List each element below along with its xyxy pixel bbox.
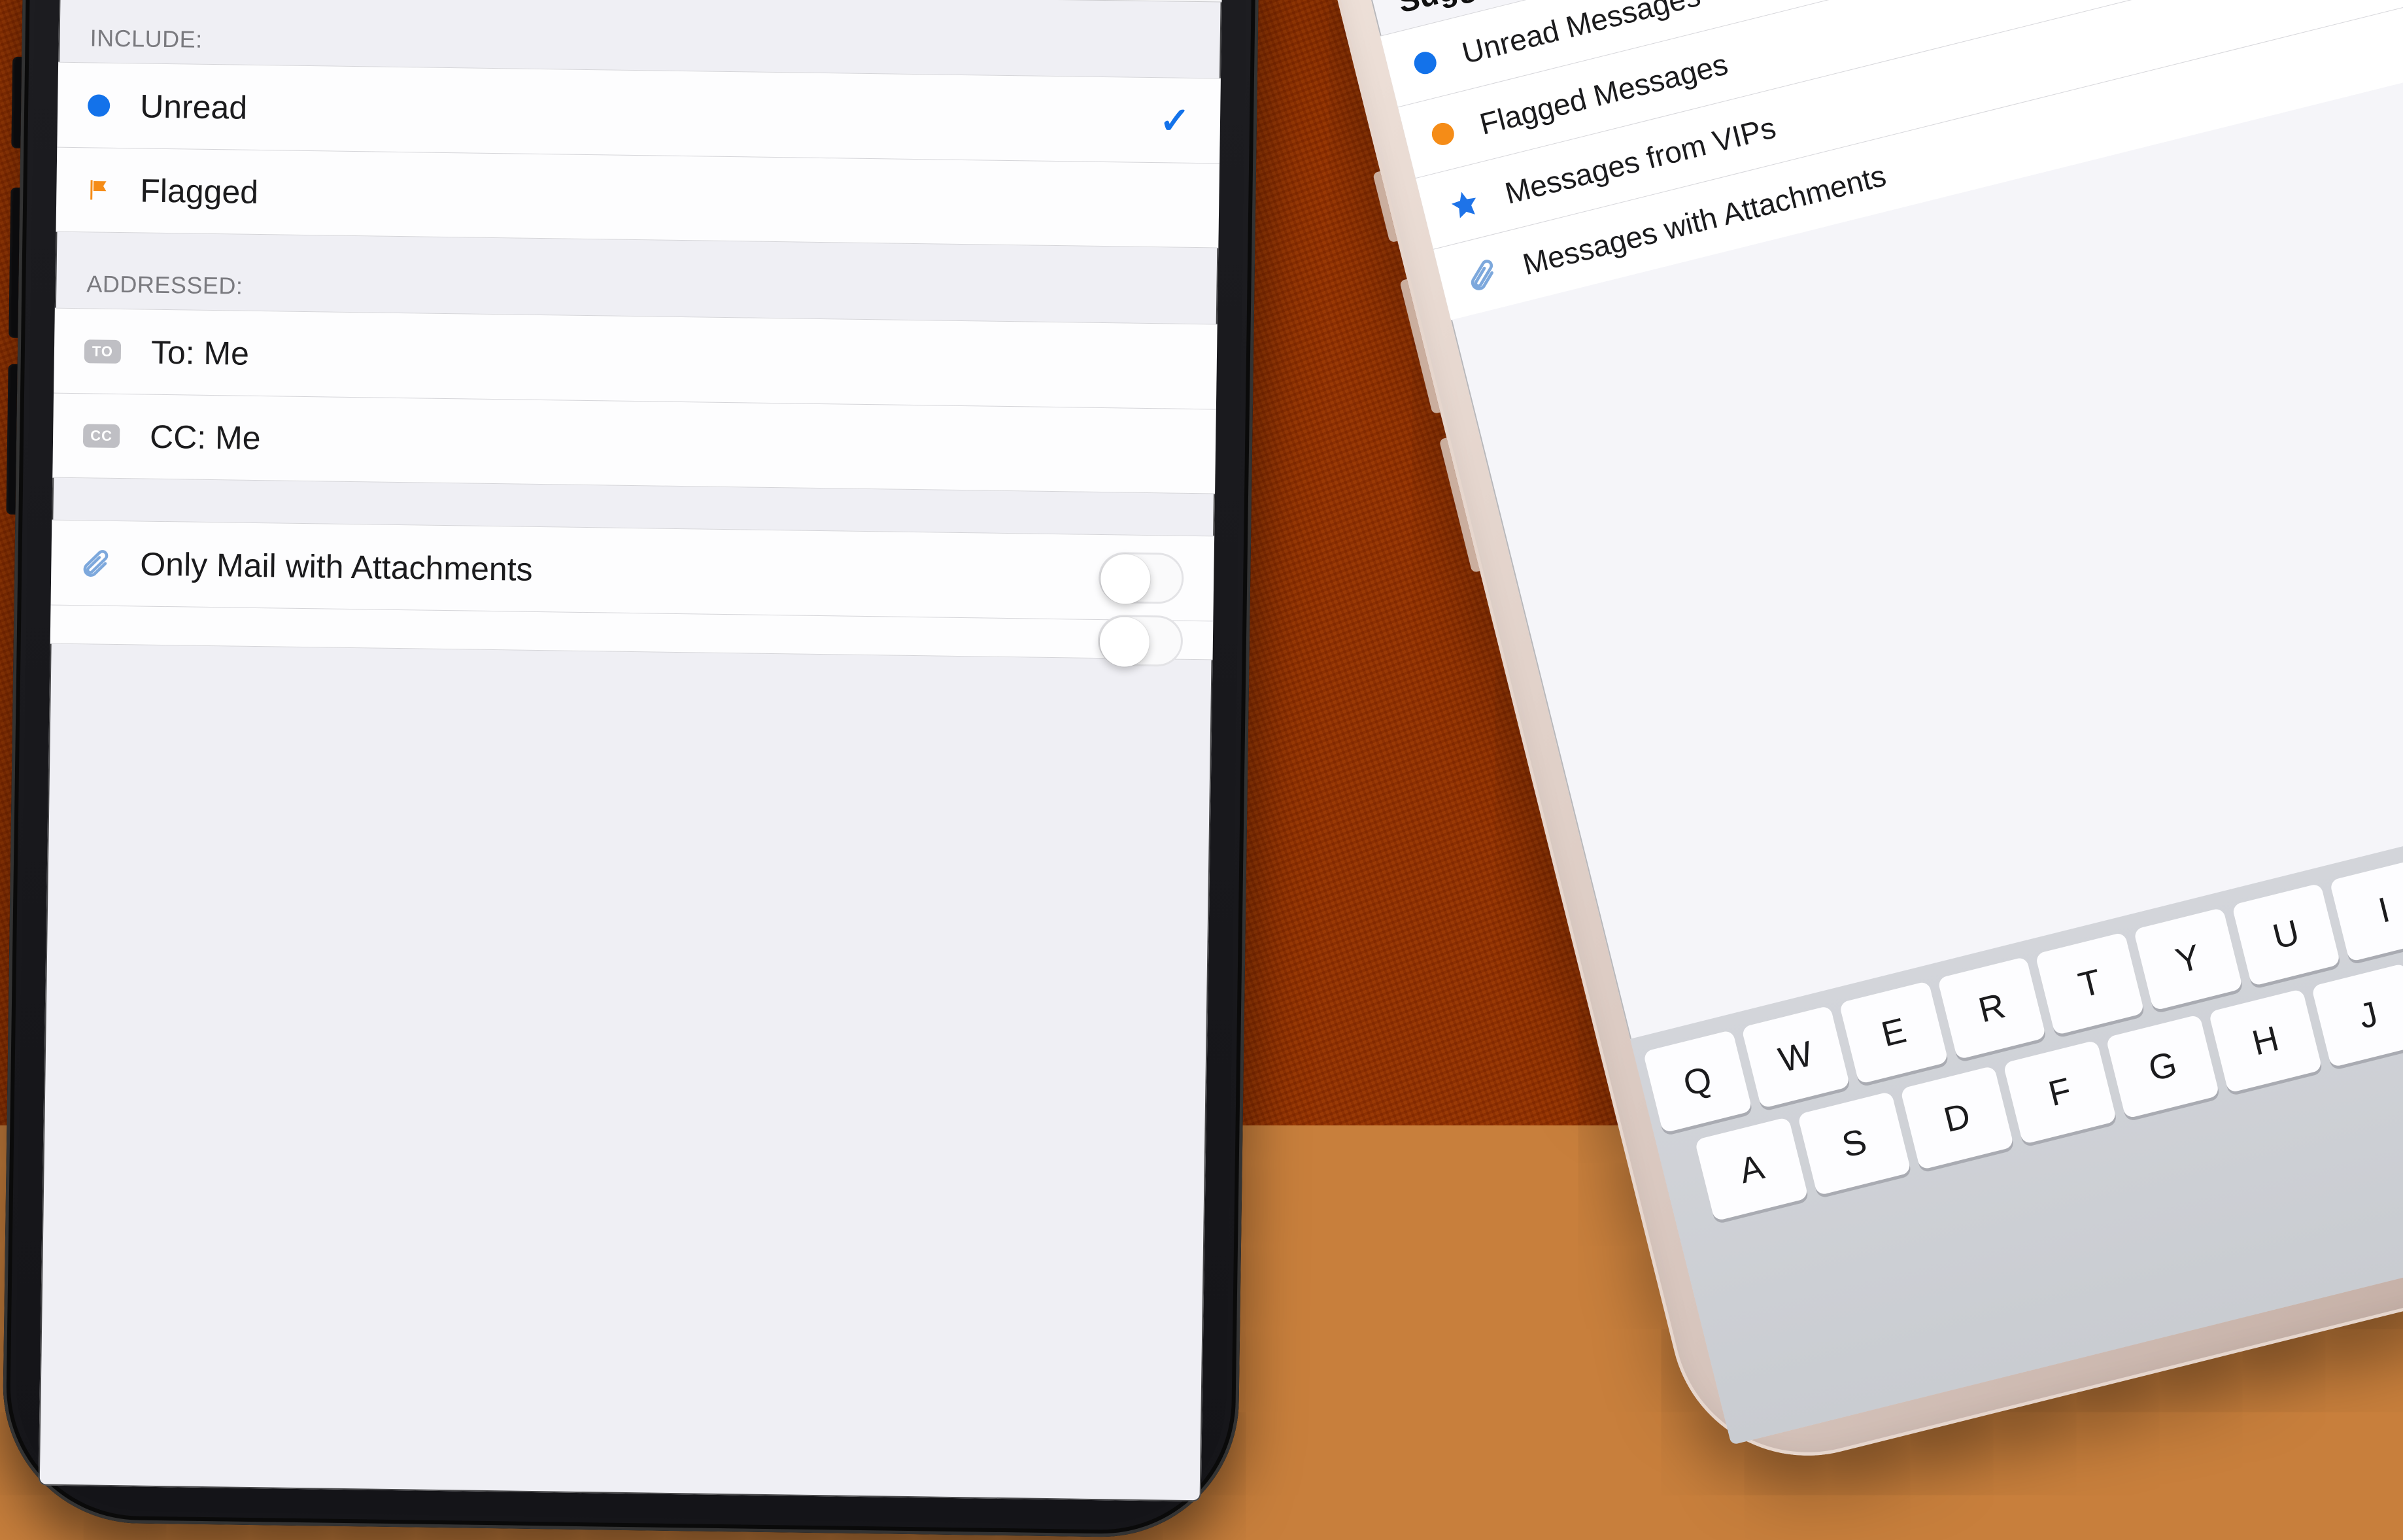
key-u[interactable]: U (2232, 883, 2341, 986)
keyboard[interactable]: QWERTYUIOP ASDFGHJKL (1630, 792, 2403, 1445)
filter-row-to-me[interactable]: TO To: Me (54, 308, 1218, 409)
unread-dot-icon (88, 94, 110, 116)
key-h[interactable]: H (2208, 989, 2323, 1093)
extra-toggle[interactable] (1097, 615, 1183, 667)
star-icon (1446, 186, 1483, 222)
volume-down-button (1439, 437, 1480, 573)
flagged-dot-icon (1429, 120, 1456, 147)
filter-label: Unread (140, 87, 1130, 139)
filter-label: Flagged (140, 171, 1189, 224)
key-f[interactable]: F (2003, 1040, 2117, 1144)
key-r[interactable]: R (1937, 956, 2047, 1059)
to-pill-icon: TO (84, 339, 121, 364)
phone-left: Verizon 12:08 PM Filter Done INCLUDE: Un… (1, 0, 1261, 1539)
key-j[interactable]: J (2311, 963, 2403, 1068)
volume-up-button (1399, 279, 1440, 415)
filter-row-cc-me[interactable]: CC CC: Me (52, 393, 1216, 494)
key-y[interactable]: Y (2134, 908, 2243, 1011)
key-a[interactable]: A (1694, 1117, 1809, 1222)
key-i[interactable]: I (2330, 859, 2403, 962)
filter-label: CC: Me (150, 418, 1186, 470)
filter-row-attachments[interactable]: Only Mail with Attachments (51, 520, 1215, 621)
filter-row-flagged[interactable]: Flagged (56, 147, 1219, 248)
volume-down-button (6, 364, 17, 515)
key-t[interactable]: T (2036, 932, 2145, 1035)
filter-row-unread[interactable]: Unread ✓ (57, 62, 1221, 163)
mute-switch (1372, 171, 1397, 243)
key-d[interactable]: D (1900, 1065, 2015, 1170)
attachments-toggle[interactable] (1099, 551, 1184, 604)
key-e[interactable]: E (1839, 981, 1949, 1084)
key-w[interactable]: W (1741, 1005, 1850, 1108)
filter-label: To: Me (151, 333, 1187, 385)
key-s[interactable]: S (1798, 1091, 1912, 1196)
filter-label: Only Mail with Attachments (140, 545, 1069, 596)
flag-icon (86, 178, 110, 201)
mute-switch (11, 57, 22, 148)
key-g[interactable]: G (2105, 1014, 2220, 1119)
key-q[interactable]: Q (1643, 1030, 1752, 1133)
unread-dot-icon (1412, 49, 1439, 76)
phone-right: T-Mobile 12:08 P Search Suggested Search… (1297, 0, 2403, 1484)
volume-up-button (9, 188, 20, 338)
paperclip-icon (81, 549, 111, 578)
cc-pill-icon: CC (83, 424, 120, 448)
paperclip-icon (1464, 256, 1501, 293)
